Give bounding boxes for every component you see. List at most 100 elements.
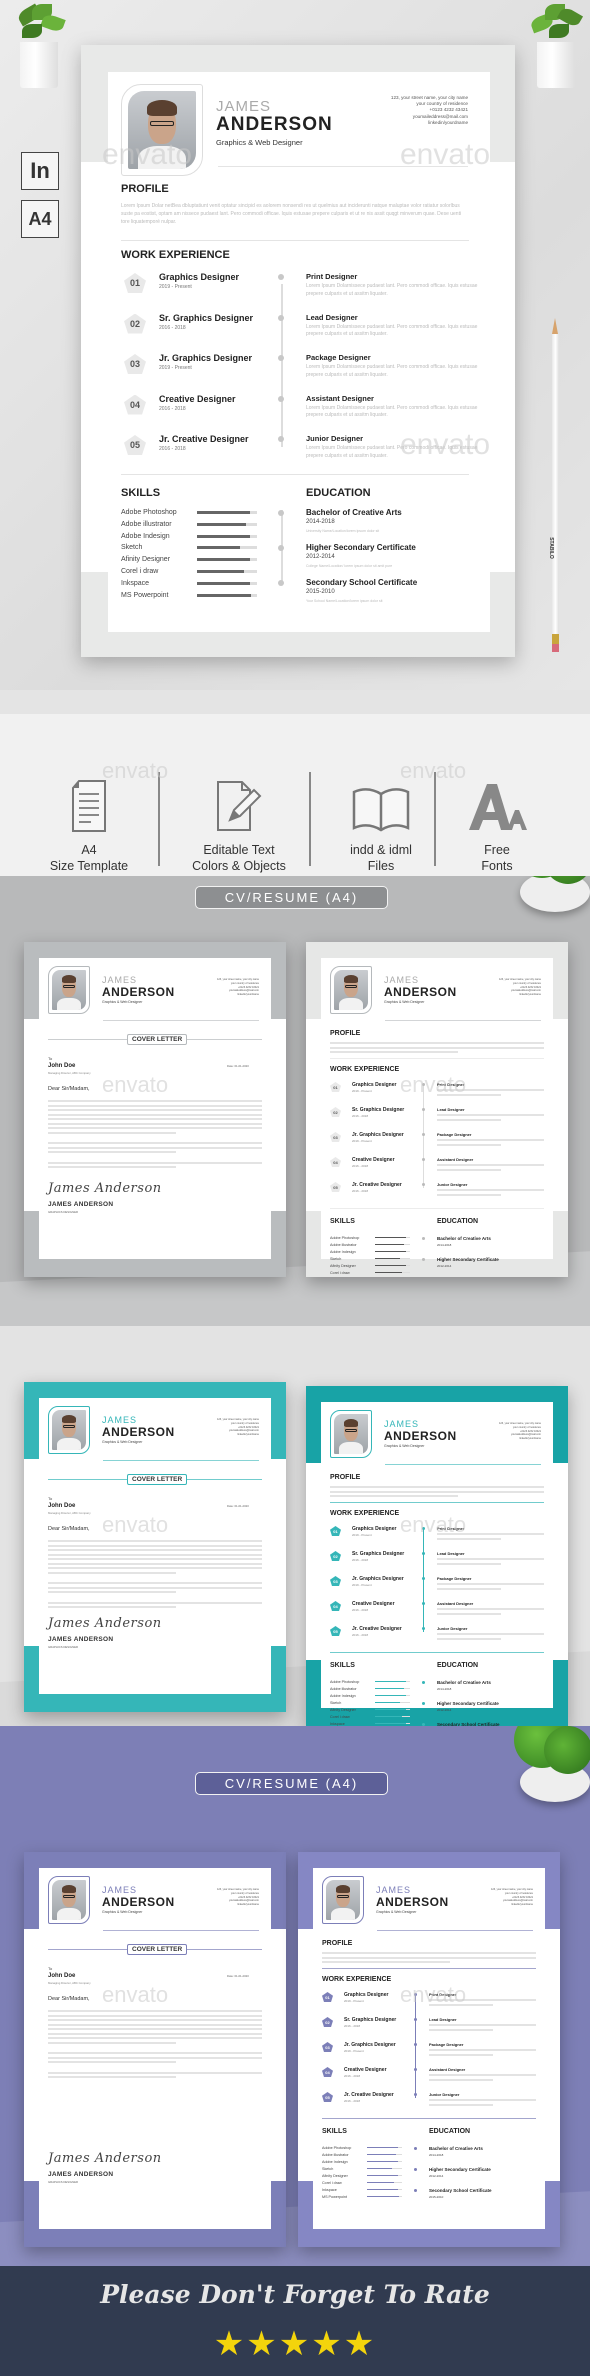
profile-divider [330,1058,544,1059]
job-position: Jr. Creative Designer [159,434,249,444]
text-line [48,2076,177,2078]
watermark: envato [400,758,467,783]
text-line [429,2024,536,2026]
education-entry: Higher Secondary Certificate 2012-2014 C… [278,543,478,575]
skill-level-fill [375,1701,401,1704]
job-position: Jr. Graphics Designer [159,353,253,363]
text-line [48,1142,262,1144]
cover-letter-heading: COVER LETTER [127,1944,188,1955]
text-line [330,1490,544,1493]
job-role: Lead Designer [437,1551,465,1556]
job-role: Junior Designer [429,2092,460,2097]
profile-photo [52,1880,86,1920]
recipient-title: Managing Director, ABC Company [48,1511,91,1515]
feature-label-line2: Files [367,859,395,874]
text-line [48,1118,262,1120]
education-title: Higher Secondary Certificate [306,543,416,552]
education-title: Higher Secondary Certificate [436,1257,499,1262]
education-title: Bachelor of Creative Arts [428,2146,483,2151]
text-line [330,1051,459,1053]
skill-item: Adobe Photoshop [121,508,257,517]
cover-letter-preview: JAMES ANDERSON Graphics & Web Designer 1… [24,1852,286,2247]
work-heading: WORK EXPERIENCE [330,1066,400,1073]
skill-level-fill [375,1694,406,1697]
skill-bar [197,569,257,573]
skill-level-fill [197,581,250,585]
skill-level-fill [367,2174,398,2177]
job-description: Lorem Ipsum Dolarnissece pudaest lant. P… [306,364,478,378]
last-name: ANDERSON [384,1429,457,1443]
resume-preview: JAMES ANDERSON Graphics & Web Designer 1… [306,1386,568,1726]
job-position: Jr. Graphics Designer [352,1132,404,1138]
text-line [437,1164,544,1166]
timeline-dot [278,436,284,442]
photo-frame [322,1876,364,1924]
photo-frame [330,966,372,1014]
job-entry: 05 Jr. Creative Designer 2016 - 2018 Jun… [322,2092,536,2114]
job-role: Print Designer [306,272,358,281]
skill-item: Adobe Photoshop [330,1234,410,1241]
job-entry: 04 Creative Designer 2016 - 2018 Assista… [330,1601,544,1623]
job-number-badge: 03 [330,1132,341,1142]
work-divider [330,1208,544,1209]
photo-frame [330,1410,372,1458]
job-position: Jr. Graphics Designer [352,1576,404,1582]
text-line [48,1544,262,1547]
watermark: envato [400,1072,467,1097]
header-divider [103,1020,259,1021]
letter-body [48,1100,262,1171]
job-entry: 02 Sr. Graphics Designer 2016 - 2018 Lea… [121,313,481,350]
cv-set-gray: CV/RESUME (A4) JAMES ANDERSON Graphics &… [0,876,590,1326]
timeline-dot [422,1183,426,1186]
feature-label-line1: indd & idml [350,843,412,857]
indesign-badge: In [21,152,59,190]
job-entry: 04 Creative Designer 2016 - 2018 Assista… [330,1157,544,1179]
job-role: Package Designer [437,1576,472,1581]
profile-heading: PROFILE [330,1474,361,1481]
plant-decoration [510,1726,590,1816]
work-heading: WORK EXPERIENCE [121,249,230,261]
text-line [48,2019,262,2021]
to-label: To [48,1966,53,1971]
profile-photo [334,1414,368,1454]
text-line [48,1549,262,1551]
job-position: Creative Designer [159,393,236,404]
job-dates: 2016 - 2018 [344,2024,361,2028]
last-name: ANDERSON [216,114,333,135]
recipient-name: John Doe [48,1973,76,1979]
skill-name: Sketch [330,1700,342,1705]
resume-preview: JAMES ANDERSON Graphics & Web Designer 1… [306,942,568,1277]
text-line [48,1540,262,1542]
profile-text [330,1042,544,1056]
skills-list: Adobe Photoshop Adobe illustrator Adobe In… [330,1678,410,1726]
profile-photo [52,1410,86,1450]
education-entry: Bachelor of Creative Arts 2014-2018 Univ… [278,508,478,540]
timeline-dot [422,1158,426,1161]
job-number-badge: 04 [322,2067,333,2077]
skill-bar [367,2167,402,2170]
job-position: Graphics Designer [159,272,240,282]
watermark: envato [400,138,491,171]
job-number-badge: 03 [124,354,146,374]
education-years: 2014-2018 [436,1243,452,1247]
job-description [437,1189,544,1198]
skill-bar [375,1257,410,1260]
profile-divider [121,240,469,241]
section-tag: CV/RESUME (A4) [195,1772,388,1795]
skill-item: Inkspace [330,1276,410,1277]
rating-stars[interactable]: ★★★★★ [0,2324,590,2364]
text-line [437,1114,544,1116]
education-title: Bachelor of Creative Arts [306,508,402,517]
contact-line: linkedin/yourdname [237,993,259,996]
skills-list: Adobe Photoshop Adobe illustrator Adobe In… [330,1234,410,1277]
text-line [48,2056,262,2059]
job-description [437,1139,544,1148]
text-line [48,1100,262,1102]
profile-photo [326,1880,360,1920]
last-name: ANDERSON [102,985,175,999]
job-title: Graphics & Web Designer [384,1444,425,1448]
job-description [437,1558,544,1567]
skill-level-fill [197,522,247,526]
education-title: Higher Secondary Certificate [436,1701,499,1706]
text-line [437,1193,502,1196]
